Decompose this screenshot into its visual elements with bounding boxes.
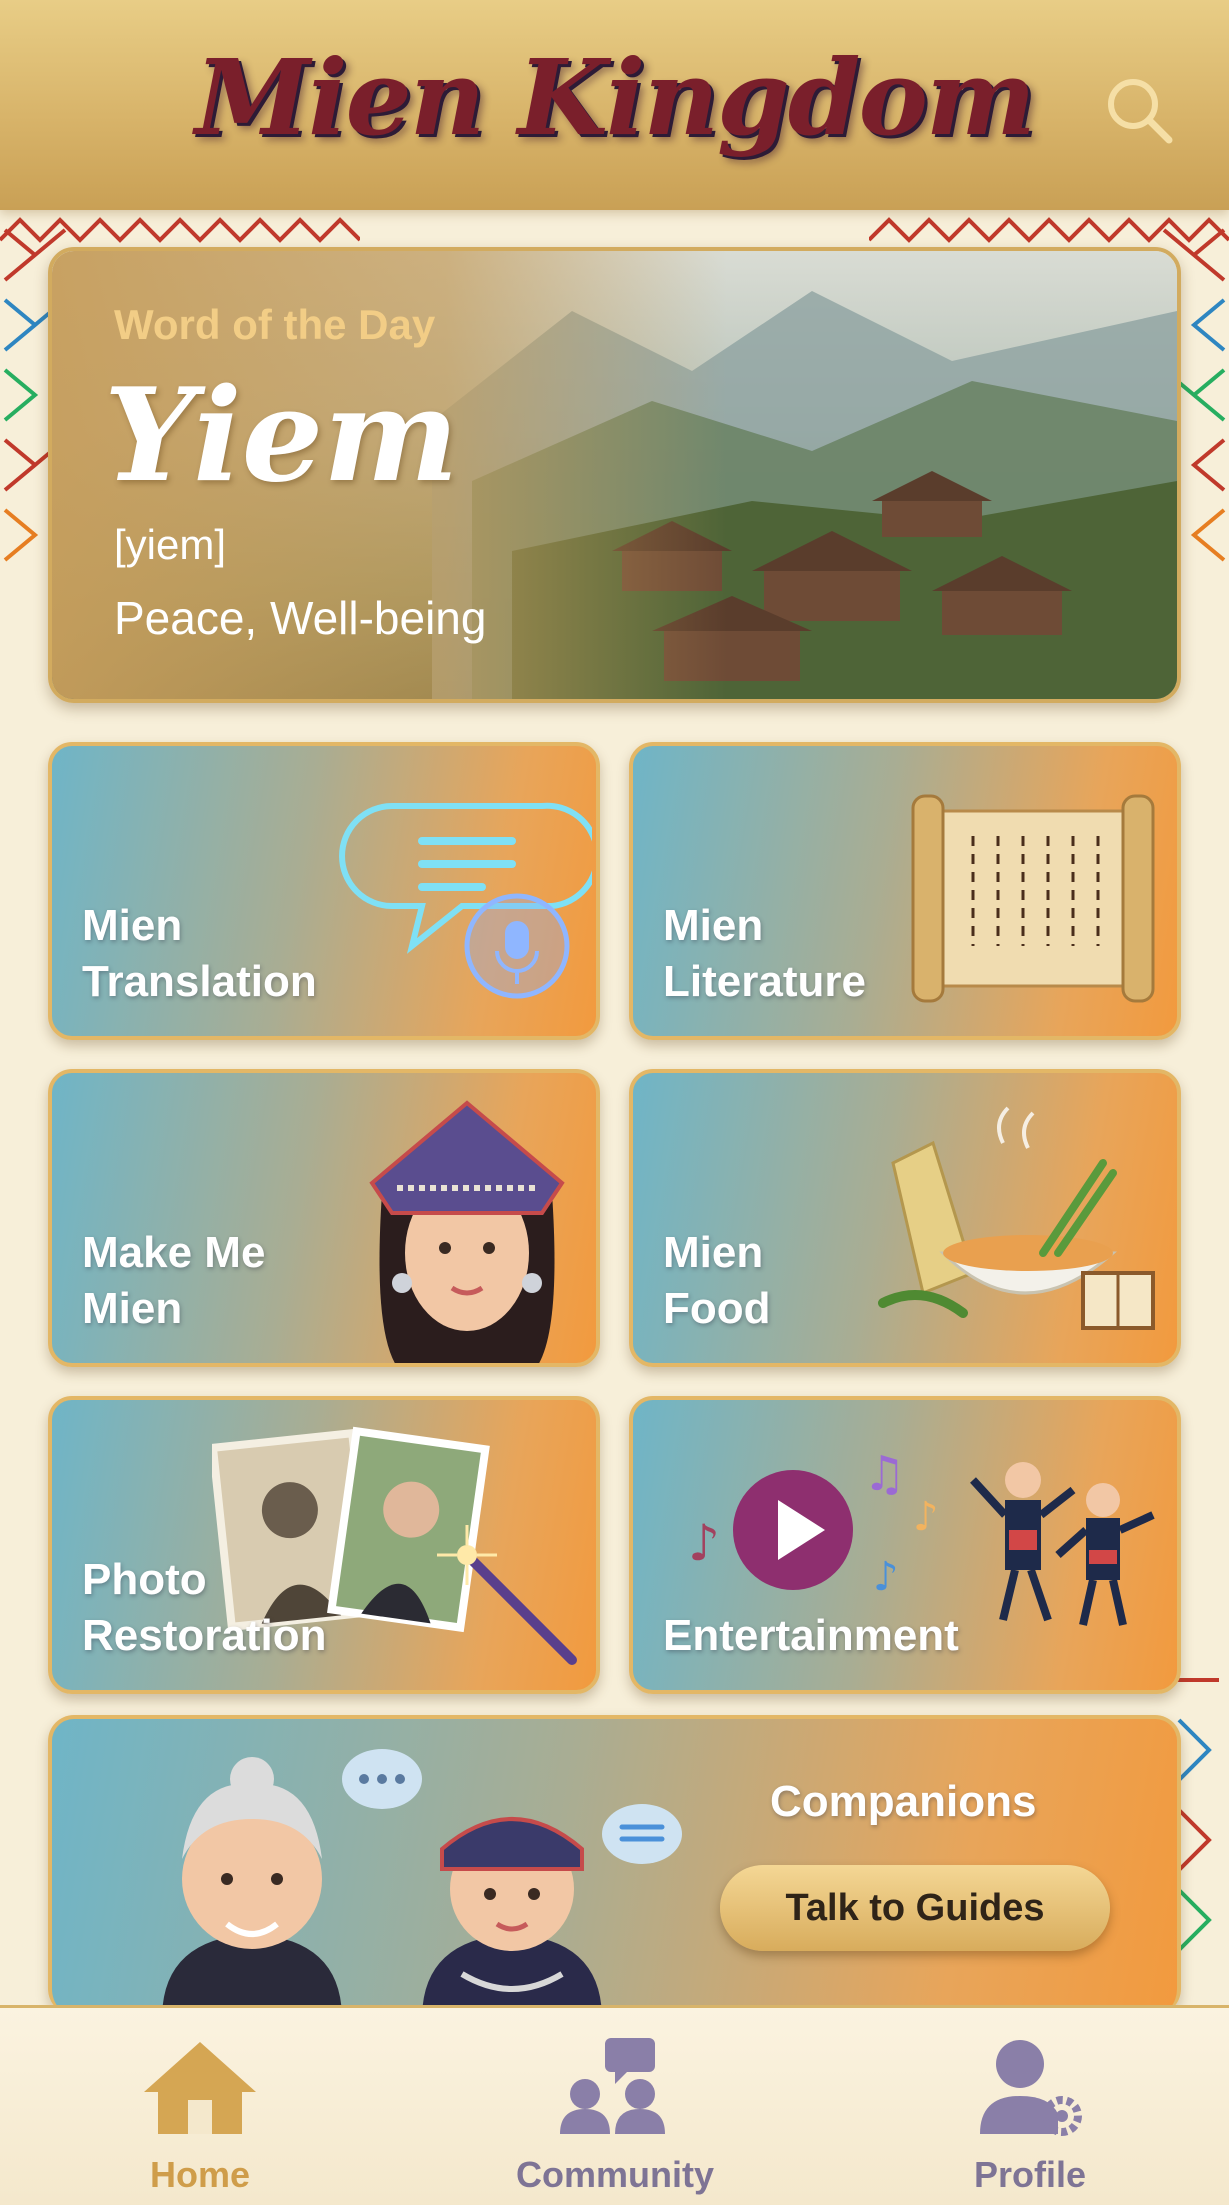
scroll-icon xyxy=(911,794,1155,1003)
svg-text:♪: ♪ xyxy=(688,1514,720,1572)
nav-profile-label: Profile xyxy=(973,2154,1087,2195)
tile-label: Make Me Mien xyxy=(82,1228,266,1333)
svg-text:♫: ♫ xyxy=(863,1446,906,1502)
tile-label: Mien Literature xyxy=(663,901,866,1006)
search-icon[interactable] xyxy=(1101,72,1177,148)
nav-home[interactable]: Home xyxy=(70,2034,330,2195)
tile-mien-translation[interactable]: Mien Translation xyxy=(48,742,600,1040)
tile-mien-literature[interactable]: Mien Literature xyxy=(629,742,1181,1040)
nav-profile[interactable]: Profile xyxy=(900,2034,1160,2195)
word-of-the-day-card[interactable]: Word of the Day Yiem [yiem] Peace, Well-… xyxy=(48,247,1181,703)
embroidery-border-top-right xyxy=(869,217,1229,243)
tile-mien-food[interactable]: Mien Food xyxy=(629,1069,1181,1367)
app-logo: Mien Kingdom xyxy=(195,36,1036,159)
profile-settings-icon xyxy=(980,2040,1082,2136)
svg-text:♪: ♪ xyxy=(873,1554,899,1600)
play-music-dancers-icon: ♪ ♫ ♪ ♪ xyxy=(688,1446,1155,1626)
app-header: Mien Kingdom xyxy=(0,0,1229,210)
community-icon xyxy=(560,2038,665,2134)
tile-label: Mien Translation xyxy=(82,901,317,1006)
tile-label: Photo Restoration xyxy=(82,1555,327,1660)
bottom-nav: Home Community Profile xyxy=(0,2005,1229,2205)
speech-bubble-microphone-icon xyxy=(339,802,592,999)
word-of-the-day-phonetic: [yiem] xyxy=(114,521,227,568)
nav-community-label: Community xyxy=(516,2154,714,2195)
word-of-the-day-word: Yiem xyxy=(104,361,459,511)
word-of-the-day-label: Word of the Day xyxy=(114,301,436,348)
nav-home-label: Home xyxy=(149,2154,251,2195)
home-icon xyxy=(144,2042,256,2134)
tile-label: Mien Food xyxy=(663,1228,771,1333)
companions-title: Companions xyxy=(770,1777,1037,1826)
embroidery-border-top-left xyxy=(0,217,360,243)
tile-label: Entertainment xyxy=(663,1611,959,1660)
svg-text:♪: ♪ xyxy=(913,1494,939,1540)
tile-photo-restoration[interactable]: Photo Restoration xyxy=(48,1396,600,1694)
tile-make-me-mien[interactable]: Make Me Mien xyxy=(48,1069,600,1367)
talk-to-guides-button[interactable]: Talk to Guides xyxy=(720,1865,1110,1951)
soup-bowl-icon xyxy=(878,1106,1155,1330)
guides-illustration xyxy=(162,1749,682,2015)
tile-entertainment[interactable]: ♪ ♫ ♪ ♪ Entertainment xyxy=(629,1396,1181,1694)
word-of-the-day-meaning: Peace, Well-being xyxy=(114,592,487,644)
nav-community[interactable]: Community xyxy=(485,2034,745,2195)
companions-card[interactable]: Companions Talk to Guides xyxy=(48,1715,1181,2015)
mien-woman-portrait xyxy=(369,1100,565,1363)
